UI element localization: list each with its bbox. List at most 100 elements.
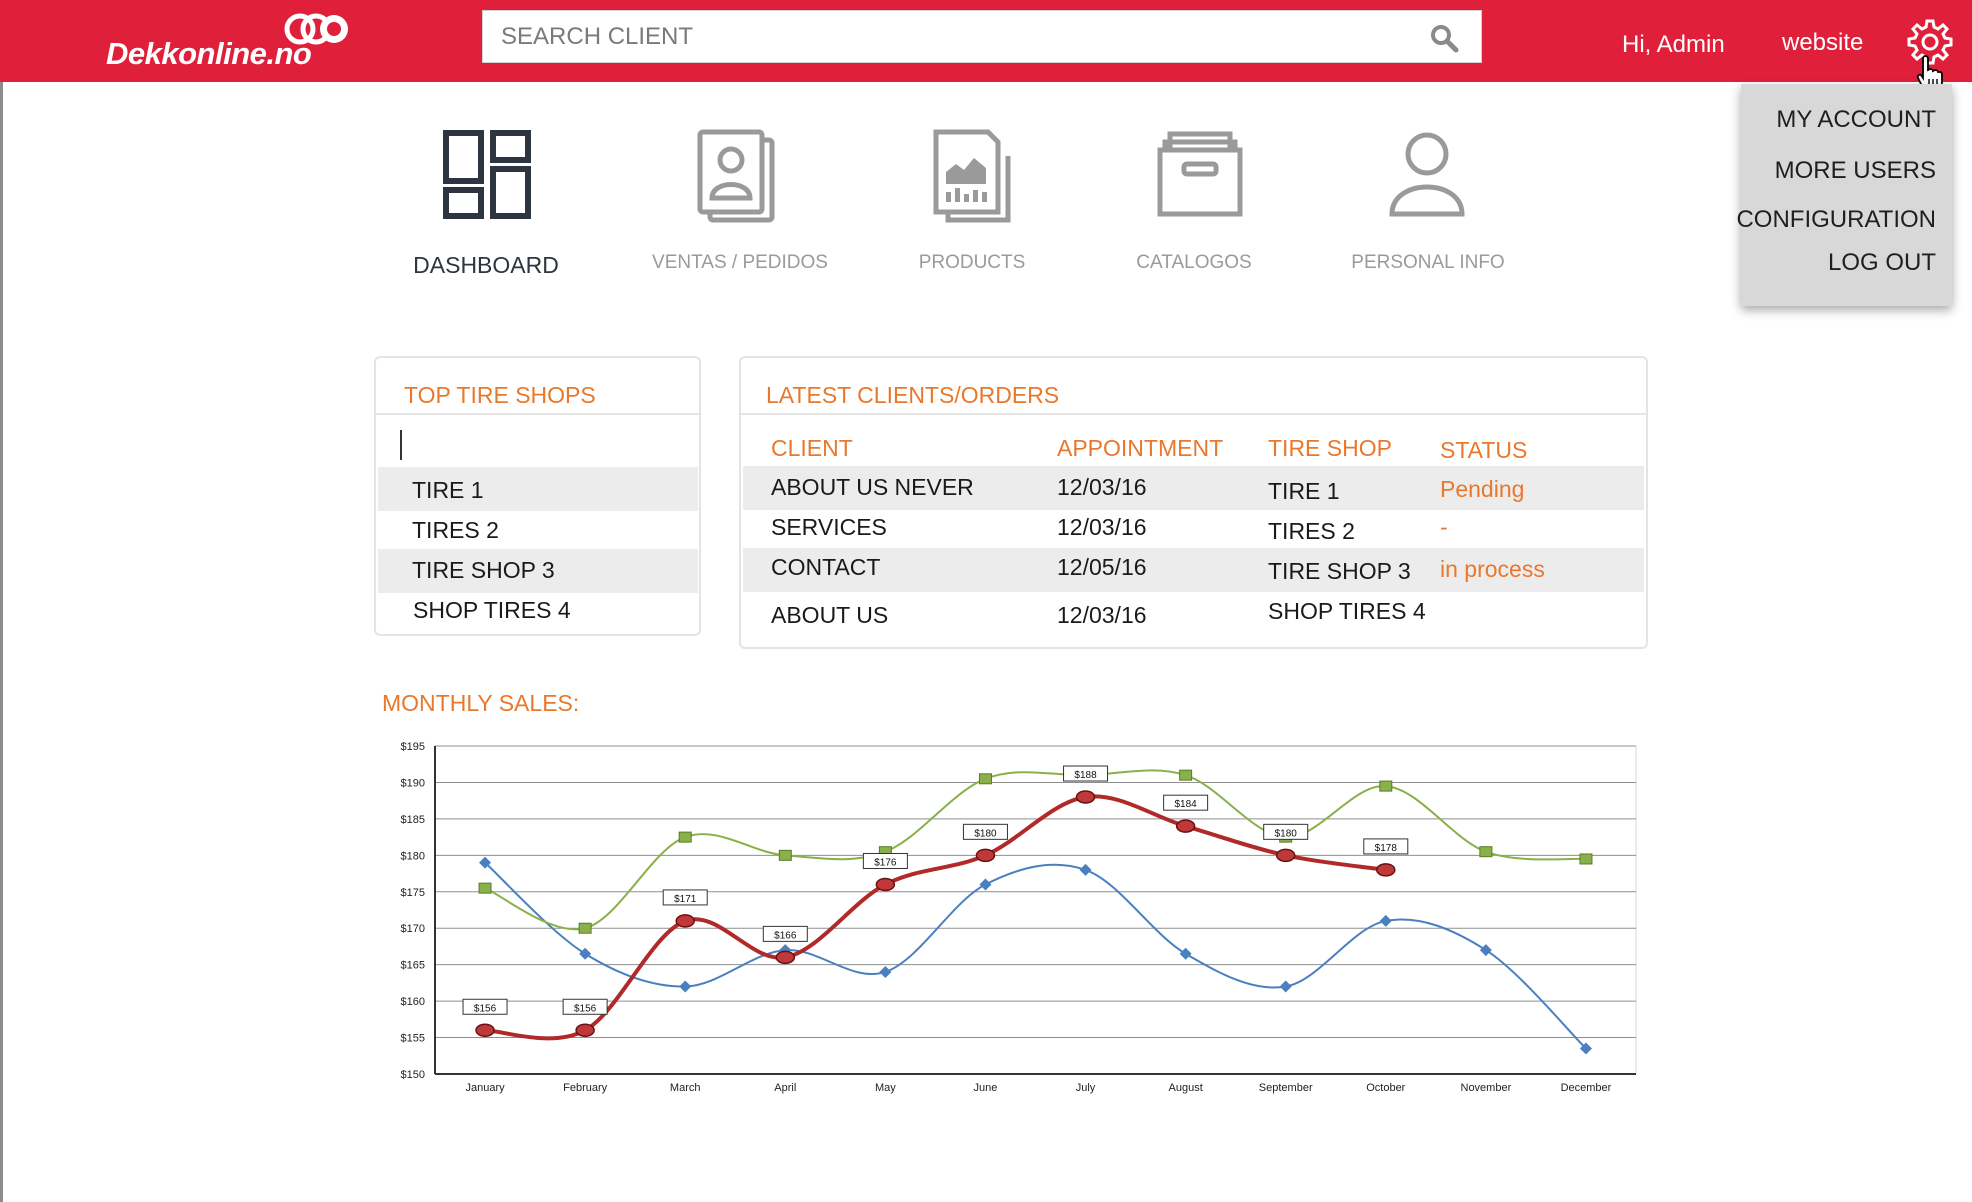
column-header-tire-shop: TIRE SHOP <box>1268 435 1392 461</box>
cell-client[interactable]: ABOUT US <box>771 602 888 629</box>
list-item[interactable]: SHOP TIRES 4 <box>413 597 571 624</box>
top-tire-shops-panel: TOP TIRE SHOPS TIRE 1 TIRES 2 TIRE SHOP … <box>374 356 701 636</box>
data-label: $184 <box>1175 799 1198 810</box>
column-header-client: CLIENT <box>771 435 853 461</box>
archive-box-icon <box>1157 131 1243 217</box>
monthly-sales-title: MONTHLY SALES: <box>382 690 580 716</box>
nav-personal-info[interactable] <box>1386 128 1468 220</box>
data-point <box>978 773 992 785</box>
cell-tire-shop: TIRE 1 <box>1268 478 1340 504</box>
dashboard-icon <box>443 130 531 219</box>
cell-appointment: 12/03/16 <box>1057 474 1147 500</box>
menu-item-more-users[interactable]: MORE USERS <box>1775 157 1936 185</box>
x-tick-label: March <box>670 1082 701 1094</box>
divider <box>376 413 699 415</box>
cell-appointment: 12/05/16 <box>1057 554 1147 580</box>
data-point <box>575 1023 595 1038</box>
cell-status: Pending <box>1440 476 1525 502</box>
search-box <box>482 10 1482 63</box>
y-tick-label: $175 <box>401 887 425 899</box>
data-point <box>1175 819 1196 833</box>
data-point <box>678 831 692 843</box>
data-point <box>478 882 492 894</box>
data-label: $171 <box>674 894 697 905</box>
settings-dropdown: MY ACCOUNT MORE USERS CONFIGURATION LOG … <box>1736 84 1952 306</box>
user-icon <box>1389 132 1465 217</box>
data-point <box>875 877 896 892</box>
y-tick-label: $180 <box>401 850 425 862</box>
page-left-border <box>0 82 3 1202</box>
nav-catalogos[interactable] <box>1156 128 1246 220</box>
cell-appointment: 12/03/16 <box>1057 514 1147 540</box>
cell-client[interactable]: SERVICES <box>771 514 887 541</box>
cell-tire-shop: SHOP TIRES 4 <box>1268 598 1426 624</box>
data-label: $166 <box>774 930 797 941</box>
search-icon[interactable] <box>1429 23 1459 53</box>
cell-status: - <box>1440 514 1448 540</box>
menu-item-my-account[interactable]: MY ACCOUNT <box>1776 106 1936 134</box>
data-point <box>675 914 695 928</box>
y-tick-label: $150 <box>401 1069 425 1081</box>
monthly-sales-chart: $150 $155 $160 $165 $170 $175 $180 $185 $190 $195… <box>401 741 1637 1094</box>
x-tick-label: April <box>774 1082 796 1094</box>
data-point <box>975 848 996 863</box>
cell-tire-shop: TIRES 2 <box>1268 518 1355 544</box>
data-point <box>775 950 796 965</box>
y-tick-label: $165 <box>401 960 425 972</box>
contacts-icon <box>697 129 775 223</box>
column-header-appointment: APPOINTMENT <box>1057 435 1224 461</box>
cell-status: in process <box>1440 556 1545 582</box>
x-tick-label: June <box>974 1082 998 1094</box>
cell-appointment: 12/03/16 <box>1057 602 1147 628</box>
list-item[interactable]: TIRE 1 <box>412 477 484 504</box>
x-tick-label: May <box>875 1082 896 1094</box>
divider <box>741 413 1646 415</box>
list-item[interactable]: TIRE SHOP 3 <box>412 557 555 584</box>
products-chart-icon <box>933 129 1011 223</box>
menu-item-configuration[interactable]: CONFIGURATION <box>1736 206 1936 234</box>
data-point <box>778 849 792 861</box>
nav-label-dashboard[interactable]: DASHBOARD <box>413 252 559 279</box>
nav-label-personal-info[interactable]: PERSONAL INFO <box>1351 252 1504 274</box>
data-point <box>578 922 592 934</box>
cell-client[interactable]: CONTACT <box>771 554 880 581</box>
data-point <box>1275 848 1296 863</box>
logo-text: Dekkonline.no <box>106 36 312 71</box>
menu-item-log-out[interactable]: LOG OUT <box>1828 249 1936 277</box>
nav-label-ventas[interactable]: VENTAS / PEDIDOS <box>652 252 828 274</box>
y-tick-label: $190 <box>401 777 425 789</box>
nav-dashboard[interactable] <box>442 128 534 220</box>
website-link[interactable]: website <box>1782 29 1863 57</box>
shop-filter-input[interactable] <box>398 426 682 468</box>
data-label: $156 <box>474 1003 497 1014</box>
x-tick-label: October <box>1366 1082 1405 1094</box>
data-label: $188 <box>1074 770 1097 781</box>
x-tick-label: December <box>1561 1082 1612 1094</box>
top-bar: Dekkonline.no Hi, Admin website <box>0 0 1972 91</box>
data-point <box>1376 863 1396 877</box>
top-shops-title: TOP TIRE SHOPS <box>404 382 596 408</box>
latest-orders-title: LATEST CLIENTS/ORDERS <box>766 382 1060 408</box>
data-point <box>1379 780 1393 792</box>
list-item[interactable]: TIRES 2 <box>412 517 499 544</box>
y-tick-label: $160 <box>401 996 425 1008</box>
data-point <box>475 1023 495 1038</box>
data-label: $180 <box>974 828 997 839</box>
y-tick-label: $170 <box>401 923 425 935</box>
data-label: $178 <box>1375 843 1398 854</box>
y-tick-label: $185 <box>401 814 425 826</box>
data-point <box>1479 846 1493 858</box>
nav-products[interactable] <box>932 128 1014 224</box>
user-greeting: Hi, Admin <box>1622 31 1725 58</box>
nav-ventas-pedidos[interactable] <box>696 128 784 224</box>
data-point <box>1579 853 1593 865</box>
column-header-status: STATUS <box>1440 437 1528 463</box>
brand-logo[interactable]: Dekkonline.no <box>106 10 356 71</box>
search-input[interactable] <box>483 11 1413 62</box>
nav-label-products[interactable]: PRODUCTS <box>919 252 1026 274</box>
nav-label-catalogos[interactable]: CATALOGOS <box>1136 252 1251 274</box>
x-tick-label: September <box>1259 1082 1313 1094</box>
x-tick-label: July <box>1076 1082 1096 1094</box>
cell-client[interactable]: ABOUT US NEVER <box>771 474 974 501</box>
data-label: $176 <box>874 857 897 868</box>
